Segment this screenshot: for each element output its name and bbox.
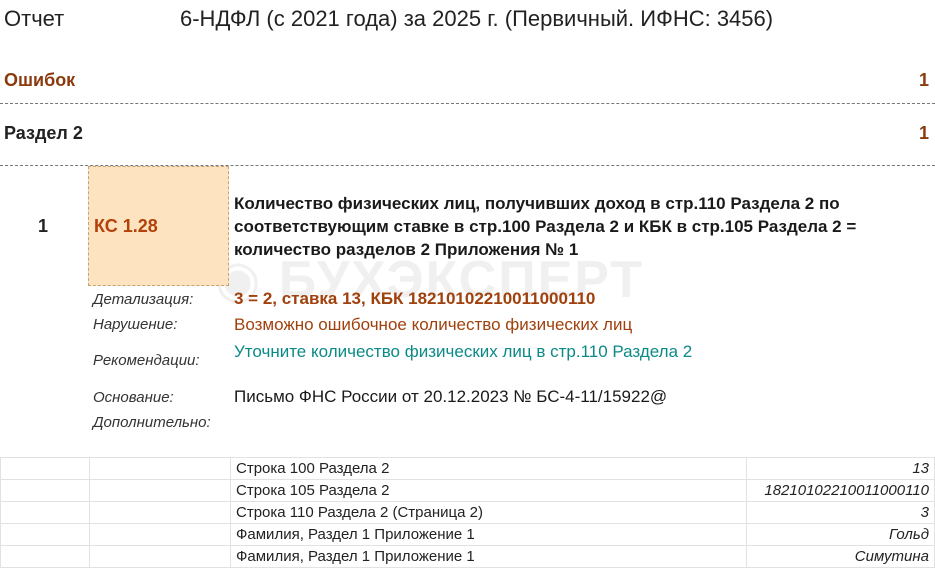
table-cell (89, 545, 231, 568)
row-field: Строка 105 Раздела 2 (230, 479, 747, 502)
table-row[interactable]: Строка 105 Раздела 2 1821010221001100011… (0, 479, 935, 502)
row-field: Строка 110 Раздела 2 (Страница 2) (230, 501, 747, 524)
report-title: 6-НДФЛ (с 2021 года) за 2025 г. (Первичн… (180, 6, 774, 31)
row-field: Фамилия, Раздел 1 Приложение 1 (230, 523, 747, 546)
check-code[interactable]: КС 1.28 (94, 216, 158, 237)
table-cell (0, 457, 90, 480)
detail-label: Детализация: (93, 291, 194, 308)
divider (0, 103, 935, 104)
recommendation-label: Рекомендации: (93, 352, 200, 369)
table-cell (0, 523, 90, 546)
extra-label: Дополнительно: (93, 414, 211, 431)
table-row[interactable]: Фамилия, Раздел 1 Приложение 1 Гольд (0, 523, 935, 546)
violation-label: Нарушение: (93, 316, 178, 333)
table-cell (0, 545, 90, 568)
row-field: Фамилия, Раздел 1 Приложение 1 (230, 545, 747, 568)
report-label: Отчет (4, 6, 65, 31)
table-cell (0, 501, 90, 524)
row-field: Строка 100 Раздела 2 (230, 457, 747, 480)
table-cell (89, 479, 231, 502)
row-value: 13 (746, 457, 935, 480)
row-value: 18210102210011000110 (746, 479, 935, 502)
errors-count: 1 (918, 70, 929, 90)
detail-value: 3 = 2, ставка 13, КБК 182101022100110001… (234, 289, 596, 308)
table-cell (89, 501, 231, 524)
row-value: Гольд (746, 523, 935, 546)
table-row[interactable]: Строка 100 Раздела 2 13 (0, 457, 935, 480)
row-value: 3 (746, 501, 935, 524)
errors-label[interactable]: Ошибок (4, 70, 75, 91)
table-cell (89, 523, 231, 546)
basis-label: Основание: (93, 389, 174, 406)
table-cell (0, 479, 90, 502)
recommendation-value: Уточните количество физических лиц в стр… (234, 342, 693, 361)
check-description: Количество физических лиц, получивших до… (234, 194, 857, 259)
values-table: Строка 100 Раздела 2 13 Строка 105 Разде… (0, 457, 935, 568)
violation-value: Возможно ошибочное количество физических… (234, 315, 633, 334)
section-label[interactable]: Раздел 2 (4, 123, 83, 144)
table-row[interactable]: Фамилия, Раздел 1 Приложение 1 Симутина (0, 545, 935, 568)
check-number: 1 (38, 216, 49, 236)
table-cell (89, 457, 231, 480)
row-value: Симутина (746, 545, 935, 568)
basis-value: Письмо ФНС России от 20.12.2023 № БС-4-1… (234, 387, 668, 406)
section-count: 1 (918, 123, 929, 143)
table-row[interactable]: Строка 110 Раздела 2 (Страница 2) 3 (0, 501, 935, 524)
